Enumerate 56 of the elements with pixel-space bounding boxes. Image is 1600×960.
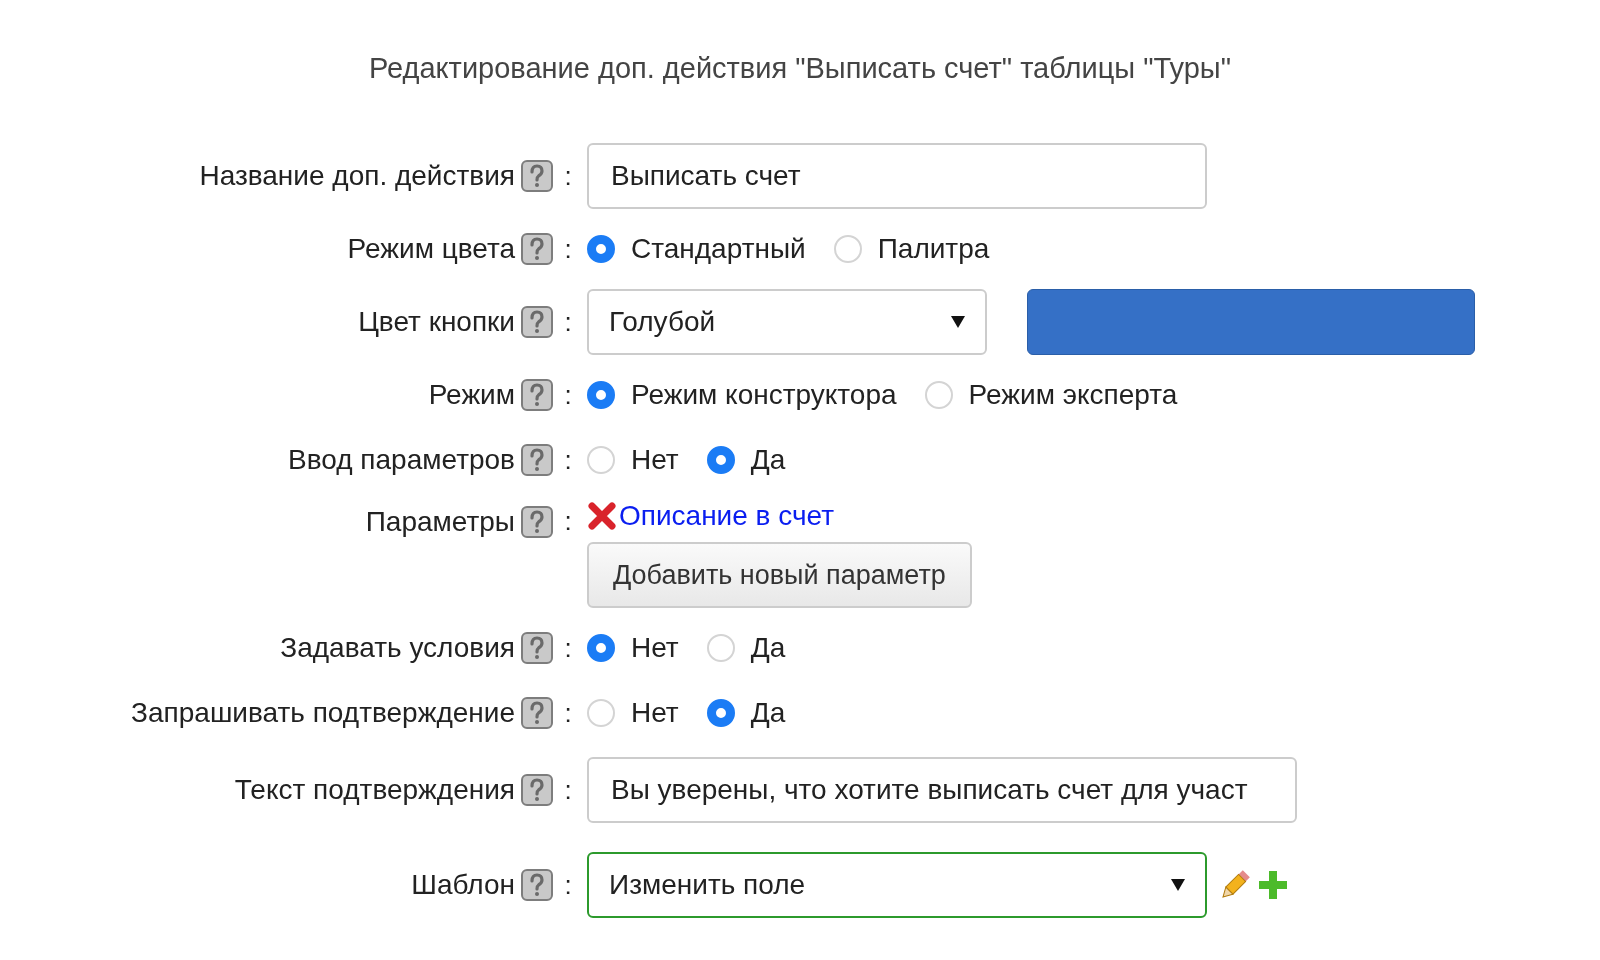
delete-icon[interactable] xyxy=(587,501,617,531)
radio-button[interactable] xyxy=(587,381,615,409)
radio-button[interactable] xyxy=(587,235,615,263)
field-label: Название доп. действия xyxy=(199,160,515,191)
colon: : xyxy=(563,444,573,476)
text-field[interactable]: Выписать счет xyxy=(587,143,1207,209)
radio-label[interactable]: Нет xyxy=(631,697,679,729)
colon: : xyxy=(563,869,573,901)
help-icon[interactable] xyxy=(521,306,553,338)
help-icon[interactable] xyxy=(521,379,553,411)
template-dropdown[interactable]: Изменить поле xyxy=(587,852,1207,918)
parameter-link[interactable]: Описание в счет xyxy=(619,500,834,532)
radio-label[interactable]: Нет xyxy=(631,632,679,664)
field-label: Текст подтверждения xyxy=(234,774,515,805)
field-label: Цвет кнопки xyxy=(358,306,515,337)
text-field[interactable]: Вы уверены, что хотите выписать счет для участ xyxy=(587,757,1297,823)
add-icon[interactable] xyxy=(1257,869,1289,901)
colon: : xyxy=(563,379,573,411)
caret-icon xyxy=(951,316,965,328)
help-icon[interactable] xyxy=(521,697,553,729)
field-label: Ввод параметров xyxy=(288,444,515,475)
color-dropdown[interactable]: Голубой xyxy=(587,289,987,355)
colon: : xyxy=(563,697,573,729)
colon: : xyxy=(563,632,573,664)
radio-label[interactable]: Стандартный xyxy=(631,233,806,265)
field-label: Параметры xyxy=(365,506,515,537)
help-icon[interactable] xyxy=(521,160,553,192)
radio-label[interactable]: Да xyxy=(750,697,786,729)
radio-label[interactable]: Да xyxy=(750,632,786,664)
help-icon[interactable] xyxy=(521,632,553,664)
colon: : xyxy=(563,774,573,806)
colon: : xyxy=(563,506,573,537)
dialog-title: Редактирование доп. действия "Выписать счет" таблицы "Туры" xyxy=(368,52,1232,85)
radio-button[interactable] xyxy=(706,446,735,474)
colon: : xyxy=(563,306,573,338)
help-icon[interactable] xyxy=(521,869,553,901)
radio-button[interactable] xyxy=(587,634,615,662)
caret-icon xyxy=(1171,879,1185,891)
radio-label[interactable]: Да xyxy=(750,444,786,476)
field-label: Режим xyxy=(428,379,515,410)
radio-label[interactable]: Режим конструктора xyxy=(631,379,897,411)
radio-button[interactable] xyxy=(706,699,735,727)
help-icon[interactable] xyxy=(521,506,553,538)
radio-label[interactable]: Палитра xyxy=(877,233,990,265)
field-label: Режим цвета xyxy=(347,233,515,264)
field-label: Шаблон xyxy=(411,869,515,900)
field-label: Запрашивать подтверждение xyxy=(131,697,515,728)
help-icon[interactable] xyxy=(521,444,553,476)
add-parameter-button[interactable]: Добавить новый параметр xyxy=(587,542,972,608)
radio-label[interactable]: Нет xyxy=(631,444,679,476)
help-icon[interactable] xyxy=(521,233,553,265)
colon: : xyxy=(563,233,573,265)
radio-label[interactable]: Режим эксперта xyxy=(968,379,1178,411)
help-icon[interactable] xyxy=(521,774,553,806)
field-label: Задавать условия xyxy=(280,632,515,663)
colon: : xyxy=(563,160,573,192)
